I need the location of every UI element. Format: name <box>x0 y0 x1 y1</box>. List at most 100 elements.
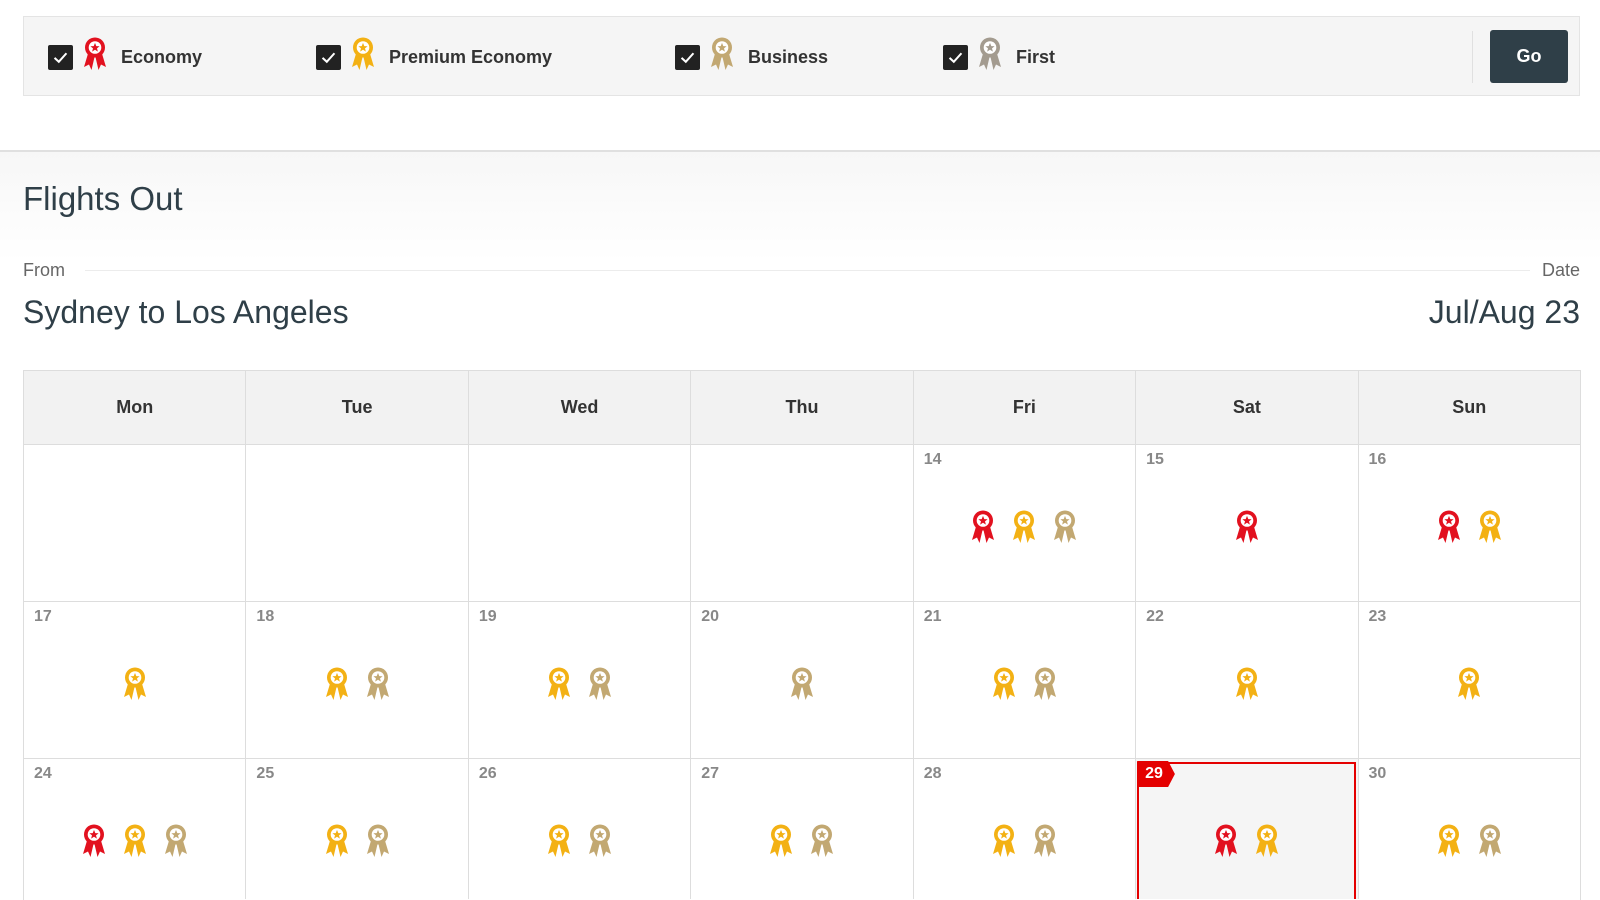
date-label: Date <box>1541 260 1580 280</box>
availability-icons <box>1359 823 1580 859</box>
page-title: Flights Out <box>23 180 183 217</box>
calendar-day-cell[interactable]: 18 <box>246 602 469 758</box>
calendar-body: 14 15 16 17 18 19 20 21 22 23 24 25 26 27 28 29 30 <box>24 445 1580 899</box>
premium-economy-award-ribbon-icon <box>992 824 1015 857</box>
premium-economy-award-ribbon-icon <box>992 667 1015 700</box>
calendar-day-selected[interactable]: 29 <box>1136 759 1359 899</box>
checkbox-economy[interactable] <box>48 44 73 70</box>
availability-icons <box>469 823 690 859</box>
day-number: 27 <box>701 765 720 782</box>
economy-award-ribbon-icon <box>972 510 995 543</box>
first-award-ribbon-icon <box>979 37 1001 70</box>
day-number: 18 <box>256 608 275 625</box>
availability-icons <box>1136 823 1357 859</box>
premium-economy-award-ribbon-icon <box>325 824 348 857</box>
business-award-ribbon-icon <box>589 824 612 857</box>
filter-label-economy: Economy <box>121 46 203 67</box>
business-award-ribbon-icon <box>811 824 834 857</box>
weekday-sun: Sun <box>1452 397 1487 417</box>
premium-economy-award-ribbon-icon <box>770 824 793 857</box>
availability-icons <box>1136 509 1357 545</box>
availability-icons <box>914 509 1135 545</box>
checkbox-business[interactable] <box>675 44 700 70</box>
economy-award-ribbon-icon <box>82 824 105 857</box>
filter-business[interactable]: Business <box>675 17 828 97</box>
premium-economy-award-ribbon-icon <box>1013 510 1036 543</box>
calendar-day-cell[interactable]: 28 <box>914 759 1137 899</box>
day-number: 17 <box>34 608 52 625</box>
calendar-day-cell[interactable]: 22 <box>1136 602 1359 758</box>
availability-icons <box>914 666 1135 702</box>
economy-award-ribbon-icon <box>84 37 106 70</box>
calendar-day-cell[interactable]: 27 <box>691 759 914 899</box>
calendar-week-row: 24 25 26 27 28 29 30 <box>24 759 1580 899</box>
weekday-thu: Thu <box>691 371 914 444</box>
premium-economy-award-ribbon-icon <box>548 667 571 700</box>
checkbox-premium-economy[interactable] <box>316 44 341 70</box>
premium-economy-award-ribbon-icon <box>325 667 348 700</box>
calendar-day-cell[interactable]: 16 <box>1359 445 1580 601</box>
availability-icons <box>246 666 467 702</box>
calendar-day-cell[interactable]: 24 <box>24 759 247 899</box>
premium-economy-award-ribbon-icon <box>1437 824 1460 857</box>
premium-economy-award-ribbon-icon <box>548 824 571 857</box>
weekday-fri: Fri <box>914 371 1137 444</box>
day-number: 21 <box>923 608 942 625</box>
day-number: 22 <box>1146 608 1164 625</box>
business-award-ribbon-icon <box>164 824 187 857</box>
route-text: Sydney to Los Angeles <box>23 294 349 330</box>
calendar-day-cell[interactable]: 15 <box>1136 445 1359 601</box>
day-number: 20 <box>701 608 720 625</box>
filter-economy[interactable]: Economy <box>48 17 202 97</box>
calendar-day-cell[interactable]: 17 <box>24 602 247 758</box>
selected-day-flag: 29 <box>1137 761 1175 787</box>
checkmark-icon <box>948 52 963 63</box>
calendar-week-row: 14 15 16 <box>24 445 1580 602</box>
header-divider <box>85 270 1530 271</box>
premium-economy-award-ribbon-icon <box>352 37 374 70</box>
availability-icons <box>691 823 912 859</box>
calendar-day-cell[interactable]: 23 <box>1359 602 1580 758</box>
day-number: 19 <box>478 608 497 625</box>
day-number: 16 <box>1368 451 1387 468</box>
day-number: 15 <box>1146 451 1164 468</box>
calendar-day-cell[interactable]: 30 <box>1359 759 1580 899</box>
business-award-ribbon-icon <box>589 667 612 700</box>
calendar-header: Mon Tue Wed Thu Fri Sat Sun <box>24 371 1580 445</box>
filter-premium-economy[interactable]: Premium Economy <box>316 17 552 97</box>
calendar-week-row: 17 18 19 20 21 22 23 <box>24 602 1580 759</box>
business-award-ribbon-icon <box>1478 824 1501 857</box>
calendar-day-cell[interactable]: 20 <box>691 602 914 758</box>
calendar-day-cell[interactable]: 19 <box>469 602 692 758</box>
availability-icons <box>24 666 245 702</box>
period-text: Jul/Aug 23 <box>1428 294 1580 330</box>
calendar-day-cell[interactable]: 25 <box>246 759 469 899</box>
go-button[interactable]: Go <box>1490 30 1568 83</box>
economy-award-ribbon-icon <box>1215 824 1238 857</box>
day-number: 14 <box>923 451 942 468</box>
calendar-day-cell[interactable]: 26 <box>469 759 692 899</box>
premium-economy-award-ribbon-icon <box>1458 667 1481 700</box>
availability-icons <box>1136 666 1357 702</box>
calendar-empty-cell <box>246 445 469 601</box>
from-label: From <box>23 260 65 280</box>
economy-award-ribbon-icon <box>1437 510 1460 543</box>
availability-icons <box>24 823 245 859</box>
day-number: 30 <box>1368 765 1387 782</box>
checkmark-icon <box>321 52 336 63</box>
premium-economy-award-ribbon-icon <box>1478 510 1501 543</box>
calendar-empty-cell <box>691 445 914 601</box>
calendar-day-cell[interactable]: 14 <box>914 445 1137 601</box>
availability-calendar: Mon Tue Wed Thu Fri Sat Sun 14 15 16 17 18 19… <box>23 370 1581 900</box>
premium-economy-award-ribbon-icon <box>123 824 146 857</box>
filter-first[interactable]: First <box>943 17 1055 97</box>
day-number: 24 <box>34 765 52 782</box>
checkbox-first[interactable] <box>943 44 968 70</box>
checkmark-icon <box>680 52 695 63</box>
premium-economy-award-ribbon-icon <box>1235 667 1258 700</box>
availability-icons <box>246 823 467 859</box>
day-number: 26 <box>478 765 497 782</box>
calendar-day-cell[interactable]: 21 <box>914 602 1137 758</box>
weekday-tue: Tue <box>246 371 469 444</box>
day-number: 25 <box>256 765 275 782</box>
